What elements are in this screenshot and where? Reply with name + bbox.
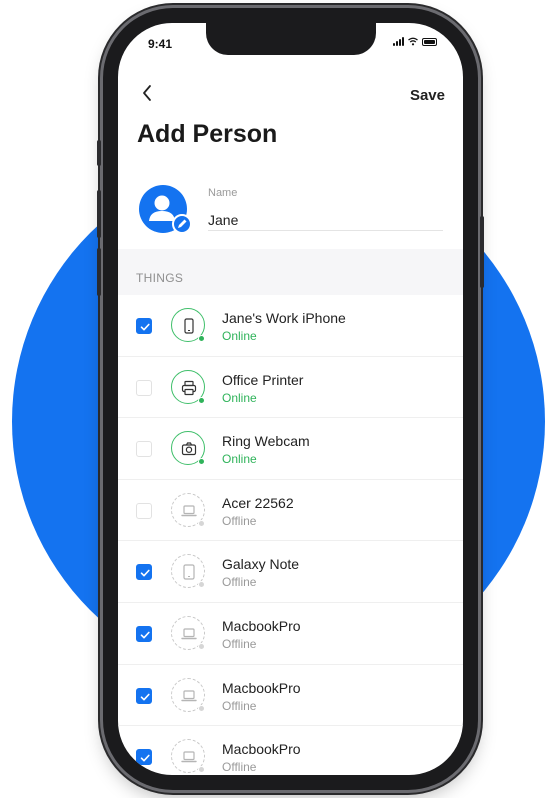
back-button[interactable] — [138, 83, 158, 103]
status-dot — [198, 704, 205, 712]
volume-up-button — [97, 190, 101, 238]
phone-screen: 9:41 Save Add Person Name Jane THINGS Ja… — [118, 23, 463, 775]
device-row[interactable]: Ring Webcam Online — [118, 418, 463, 480]
battery-icon — [422, 38, 437, 46]
status-dot — [198, 396, 205, 404]
things-section-header: THINGS — [118, 249, 463, 295]
device-checkbox[interactable] — [136, 625, 152, 642]
device-status: Offline — [222, 575, 257, 590]
status-time: 9:41 — [148, 37, 173, 51]
device-checkbox[interactable] — [136, 441, 152, 458]
device-checkbox[interactable] — [136, 687, 152, 704]
device-name: Ring Webcam — [222, 433, 310, 450]
name-field[interactable] — [208, 209, 443, 231]
checkmark-icon — [140, 570, 150, 577]
device-name: MacbookPro — [222, 741, 301, 758]
device-checkbox[interactable] — [136, 564, 152, 581]
camera-icon — [181, 442, 197, 456]
device-name: Jane's Work iPhone — [222, 310, 346, 326]
device-name: Galaxy Note — [222, 556, 300, 573]
checkmark-icon — [140, 693, 150, 701]
device-status: Offline — [222, 760, 257, 775]
tablet-icon — [183, 564, 195, 580]
save-button[interactable]: Save — [410, 87, 445, 104]
laptop-icon — [181, 689, 197, 701]
pencil-icon — [178, 219, 187, 228]
section-title: THINGS — [136, 271, 184, 285]
name-label: Name — [208, 187, 238, 199]
device-row[interactable]: MacbookPro Offline — [118, 665, 463, 727]
notch — [206, 23, 376, 55]
checkmark-icon — [140, 323, 150, 331]
device-status: Online — [222, 452, 257, 467]
device-status: Online — [222, 390, 257, 405]
device-name: MacbookPro — [222, 617, 301, 634]
status-dot — [198, 458, 205, 466]
status-icons — [393, 37, 437, 46]
device-checkbox[interactable] — [136, 379, 152, 396]
edit-avatar-button[interactable] — [172, 214, 192, 234]
page-title: Add Person — [137, 120, 278, 148]
device-name: MacbookPro — [222, 679, 301, 696]
printer-icon — [181, 380, 197, 395]
device-checkbox[interactable] — [136, 318, 152, 334]
status-dot — [198, 335, 205, 342]
checkmark-icon — [140, 631, 150, 639]
device-status: Offline — [222, 636, 257, 651]
device-row[interactable]: MacbookPro Offline — [118, 603, 463, 665]
device-status: Online — [222, 329, 257, 343]
signal-icon — [393, 37, 404, 46]
device-row[interactable]: MacbookPro Offline — [118, 726, 463, 775]
silent-switch — [97, 140, 101, 166]
phone-frame: 9:41 Save Add Person Name Jane THINGS Ja… — [97, 8, 484, 790]
device-status: Offline — [222, 513, 257, 528]
laptop-icon — [181, 628, 197, 640]
device-row[interactable]: Acer 22562 Offline — [118, 480, 463, 542]
device-status: Offline — [222, 698, 257, 713]
device-list: Jane's Work iPhone Online Office Printer On… — [118, 295, 463, 775]
device-row[interactable]: Office Printer Online — [118, 357, 463, 419]
phone-icon — [184, 318, 194, 334]
power-button — [480, 216, 484, 288]
chevron-left-icon — [143, 85, 151, 101]
status-dot — [198, 581, 205, 589]
volume-down-button — [97, 248, 101, 296]
device-row[interactable]: Jane's Work iPhone Online — [118, 295, 463, 357]
device-row[interactable]: Galaxy Note Offline — [118, 541, 463, 603]
laptop-icon — [181, 751, 197, 763]
device-checkbox[interactable] — [136, 749, 152, 766]
status-dot — [198, 766, 205, 774]
status-dot — [198, 519, 205, 527]
checkmark-icon — [140, 754, 150, 762]
status-dot — [198, 642, 205, 650]
device-checkbox[interactable] — [136, 502, 152, 519]
device-name: Acer 22562 — [222, 494, 294, 511]
laptop-icon — [181, 505, 197, 516]
wifi-icon — [408, 37, 418, 46]
device-name: Office Printer — [222, 371, 304, 388]
